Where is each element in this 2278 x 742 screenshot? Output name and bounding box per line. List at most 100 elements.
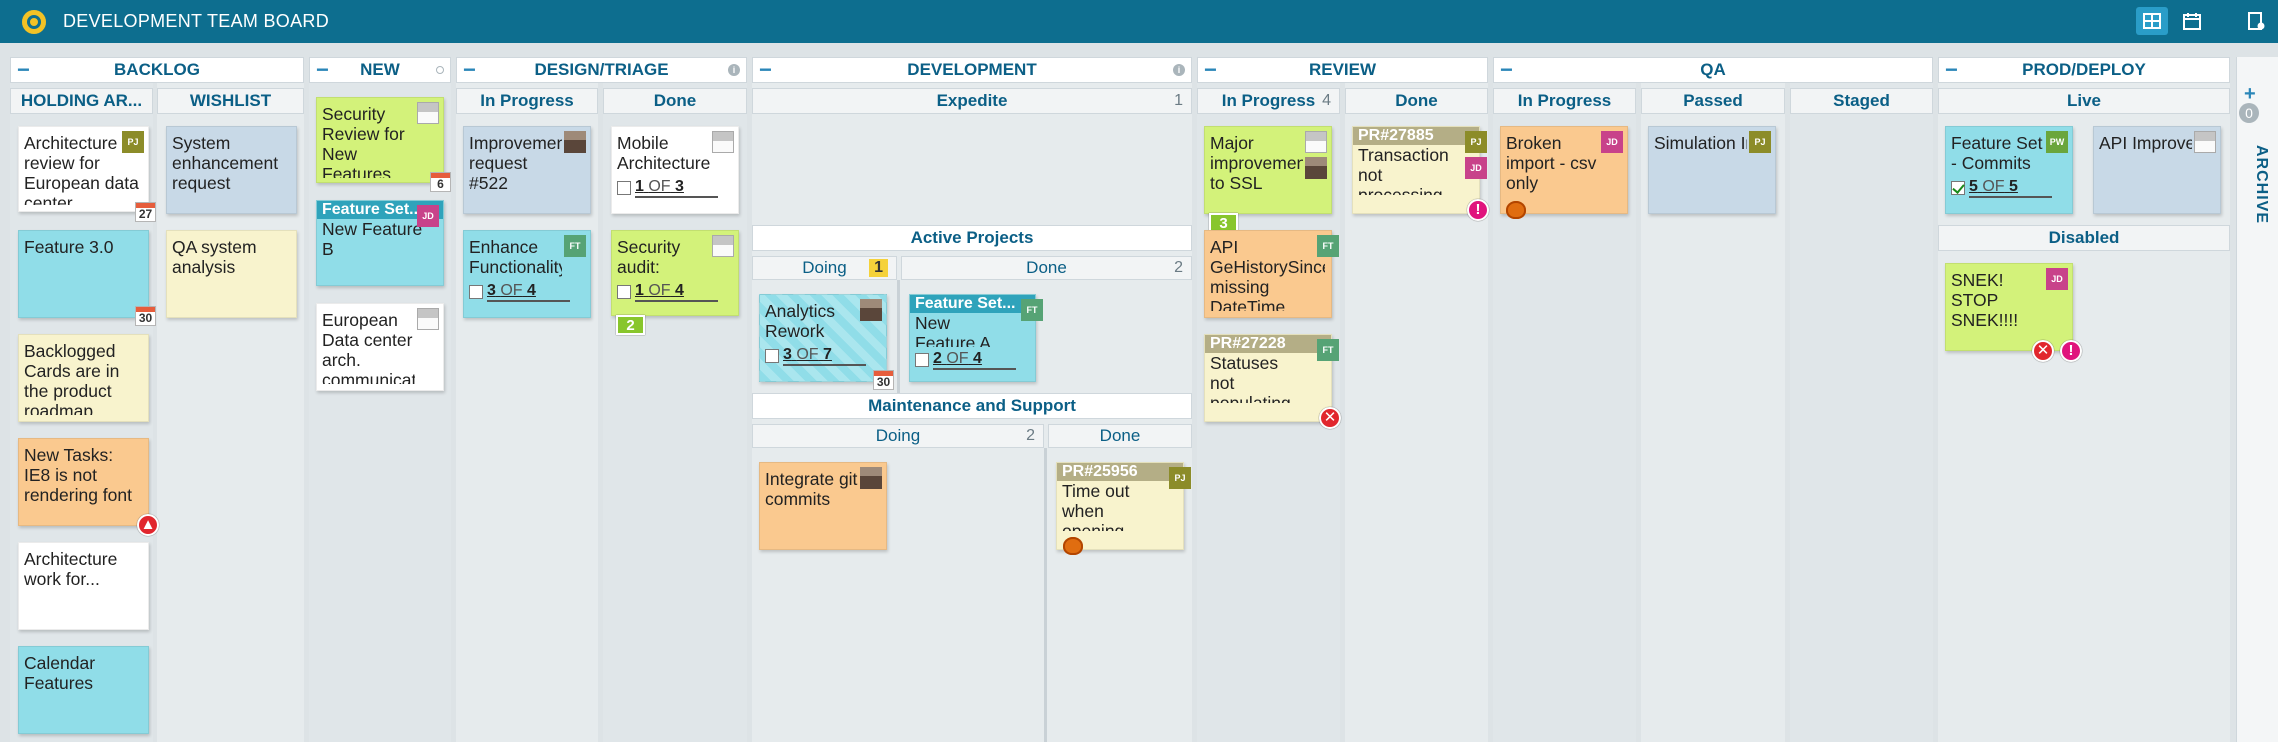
checkbox-icon bbox=[617, 181, 631, 195]
card[interactable]: Architecture work for... bbox=[18, 542, 149, 630]
card[interactable]: Feature Set... New Feature B JD bbox=[316, 200, 444, 286]
card[interactable]: Backlogged Cards are in the product road… bbox=[18, 334, 149, 422]
info-icon[interactable]: i bbox=[728, 64, 740, 76]
card-title: Security Review for New Features bbox=[322, 104, 405, 178]
sublane-ap-doing[interactable]: Doing 1 bbox=[752, 256, 897, 280]
wip-count: 4 bbox=[1322, 92, 1331, 109]
sublane-design-inprogress[interactable]: In Progress bbox=[456, 88, 598, 114]
card[interactable]: Security audit: 1 OF 4 2 bbox=[611, 230, 739, 335]
avatar bbox=[1305, 131, 1327, 153]
task-progress[interactable]: 3 OF 7 bbox=[765, 346, 866, 366]
avatar bbox=[860, 299, 882, 321]
sublane-expedite[interactable]: Expedite 1 bbox=[752, 88, 1192, 114]
lane-review[interactable]: − REVIEW bbox=[1197, 57, 1488, 83]
card[interactable]: System enhancement request bbox=[166, 126, 297, 214]
collapse-icon[interactable]: − bbox=[759, 58, 772, 82]
card[interactable]: SNEK! STOP SNEK!!!! JD ✕ ! bbox=[1945, 263, 2082, 362]
card[interactable]: Broken import - csv only JD bbox=[1500, 126, 1628, 219]
bug-icon bbox=[1063, 537, 1083, 555]
card[interactable]: European Data center arch. communication bbox=[316, 303, 444, 391]
calendar-view-button[interactable] bbox=[2176, 7, 2208, 35]
card-title: European Data center arch. communication bbox=[322, 310, 415, 384]
card[interactable]: API GeHistorySince missing DateTime FT bbox=[1204, 230, 1339, 318]
task-progress[interactable]: 1 OF 3 bbox=[617, 178, 718, 198]
card[interactable]: PR#27228 Statuses not populating when FT… bbox=[1204, 334, 1341, 429]
priority-alert-icon[interactable]: ! bbox=[1467, 199, 1489, 221]
task-progress[interactable]: 1 OF 4 bbox=[617, 282, 718, 302]
top-bar: DEVELOPMENT TEAM BOARD bbox=[0, 0, 2278, 43]
lane-design-triage[interactable]: − DESIGN/TRIAGE i bbox=[456, 57, 747, 83]
avatar: PJ bbox=[1749, 131, 1771, 153]
sublane-ms-doing[interactable]: Doing 2 bbox=[752, 424, 1044, 448]
card[interactable]: Simulation Improvements PJ bbox=[1648, 126, 1776, 214]
card[interactable]: New Tasks: IE8 is not rendering font ▲ bbox=[18, 438, 159, 536]
collapse-icon[interactable]: − bbox=[17, 58, 30, 82]
collapse-icon[interactable]: − bbox=[463, 58, 476, 82]
blocked-alert-icon[interactable]: ▲ bbox=[137, 514, 159, 536]
card[interactable]: Analytics Rework 3 OF 7 30 bbox=[759, 294, 894, 390]
card[interactable]: Architecture review for European data ce… bbox=[18, 126, 156, 222]
card[interactable]: Security Review for New Features 6 bbox=[316, 97, 451, 192]
card-title: Calendar Features bbox=[24, 653, 96, 693]
lane-backlog[interactable]: − BACKLOG bbox=[10, 57, 304, 83]
sublane-wishlist[interactable]: WISHLIST bbox=[157, 88, 304, 114]
sublane-title: Live bbox=[2066, 91, 2102, 110]
avatar: FT bbox=[564, 235, 586, 257]
info-icon[interactable]: i bbox=[1173, 64, 1185, 76]
board-settings-button[interactable] bbox=[2240, 7, 2272, 35]
blocked-x-icon[interactable]: ✕ bbox=[1319, 407, 1341, 429]
card-title: Transaction not processing bbox=[1358, 145, 1449, 195]
archive-label[interactable]: ARCHIVE bbox=[2240, 145, 2270, 285]
lane-prod-deploy[interactable]: − PROD/DEPLOY bbox=[1938, 57, 2230, 83]
sublane-maintenance[interactable]: Maintenance and Support bbox=[752, 393, 1192, 419]
card[interactable]: Enhance Functionality FT 3 OF 4 bbox=[463, 230, 591, 318]
avatar bbox=[417, 308, 439, 330]
task-progress[interactable]: 2 OF 4 bbox=[915, 350, 1016, 370]
card[interactable]: API Improvements bbox=[2093, 126, 2221, 214]
bug-icon bbox=[1506, 201, 1526, 219]
card[interactable]: Feature Set... New Feature A FT 2 OF 4 bbox=[909, 294, 1043, 382]
divider bbox=[1044, 448, 1047, 742]
sublane-qa-staged[interactable]: Staged bbox=[1790, 88, 1933, 114]
checkbox-icon bbox=[469, 285, 483, 299]
priority-alert-icon[interactable]: ! bbox=[2060, 340, 2082, 362]
lane-title: NEW bbox=[360, 60, 400, 79]
collapse-icon[interactable]: − bbox=[1204, 58, 1217, 82]
blocked-x-icon[interactable]: ✕ bbox=[2032, 340, 2054, 362]
card[interactable]: Integrate git commits bbox=[759, 462, 887, 550]
card[interactable]: PR#27885 Transaction not processing PJ J… bbox=[1352, 126, 1489, 221]
task-progress[interactable]: 3 OF 4 bbox=[469, 282, 570, 302]
card[interactable]: Feature 3.0 30 bbox=[18, 230, 156, 326]
sublane-review-done[interactable]: Done bbox=[1345, 88, 1488, 114]
task-progress[interactable]: 5 OF 5 bbox=[1951, 178, 2052, 198]
card[interactable]: Calendar Features bbox=[18, 646, 149, 734]
collapse-icon[interactable]: − bbox=[316, 58, 329, 82]
collapse-icon[interactable]: − bbox=[1500, 58, 1513, 82]
collapse-icon[interactable]: − bbox=[1945, 58, 1958, 82]
sublane-review-inprogress[interactable]: In Progress 4 bbox=[1197, 88, 1340, 114]
sublane-design-done[interactable]: Done bbox=[603, 88, 747, 114]
card[interactable]: Improvement request #522 bbox=[463, 126, 591, 214]
card[interactable]: Major improvement to SSL 3 bbox=[1204, 126, 1332, 233]
sublane-holding-area[interactable]: HOLDING AR... bbox=[10, 88, 153, 114]
sublane-disabled[interactable]: Disabled bbox=[1938, 225, 2230, 251]
lane-development[interactable]: − DEVELOPMENT i bbox=[752, 57, 1192, 83]
sublane-qa-passed[interactable]: Passed bbox=[1641, 88, 1785, 114]
card[interactable]: QA system analysis bbox=[166, 230, 297, 318]
sublane-title: Passed bbox=[1683, 91, 1743, 110]
divider bbox=[897, 280, 900, 393]
card-title: API GeHistorySince missing DateTime bbox=[1210, 237, 1325, 311]
lane-qa[interactable]: − QA bbox=[1493, 57, 1933, 83]
sublane-active-projects[interactable]: Active Projects bbox=[752, 225, 1192, 251]
sublane-live[interactable]: Live bbox=[1938, 88, 2230, 114]
card[interactable]: Feature Set - Commits PW 5 OF 5 bbox=[1945, 126, 2073, 214]
sublane-qa-inprogress[interactable]: In Progress bbox=[1493, 88, 1636, 114]
board-view-button[interactable] bbox=[2136, 7, 2168, 35]
checkbox-icon bbox=[617, 285, 631, 299]
lane-new[interactable]: − NEW bbox=[309, 57, 451, 83]
card-title: Analytics Rework bbox=[765, 301, 836, 341]
card[interactable]: PR#25956 Time out when opening PJ bbox=[1056, 462, 1191, 555]
sublane-ap-done[interactable]: Done 2 bbox=[901, 256, 1192, 280]
card[interactable]: Mobile Architecture 1 OF 3 bbox=[611, 126, 739, 214]
sublane-ms-done[interactable]: Done bbox=[1048, 424, 1192, 448]
